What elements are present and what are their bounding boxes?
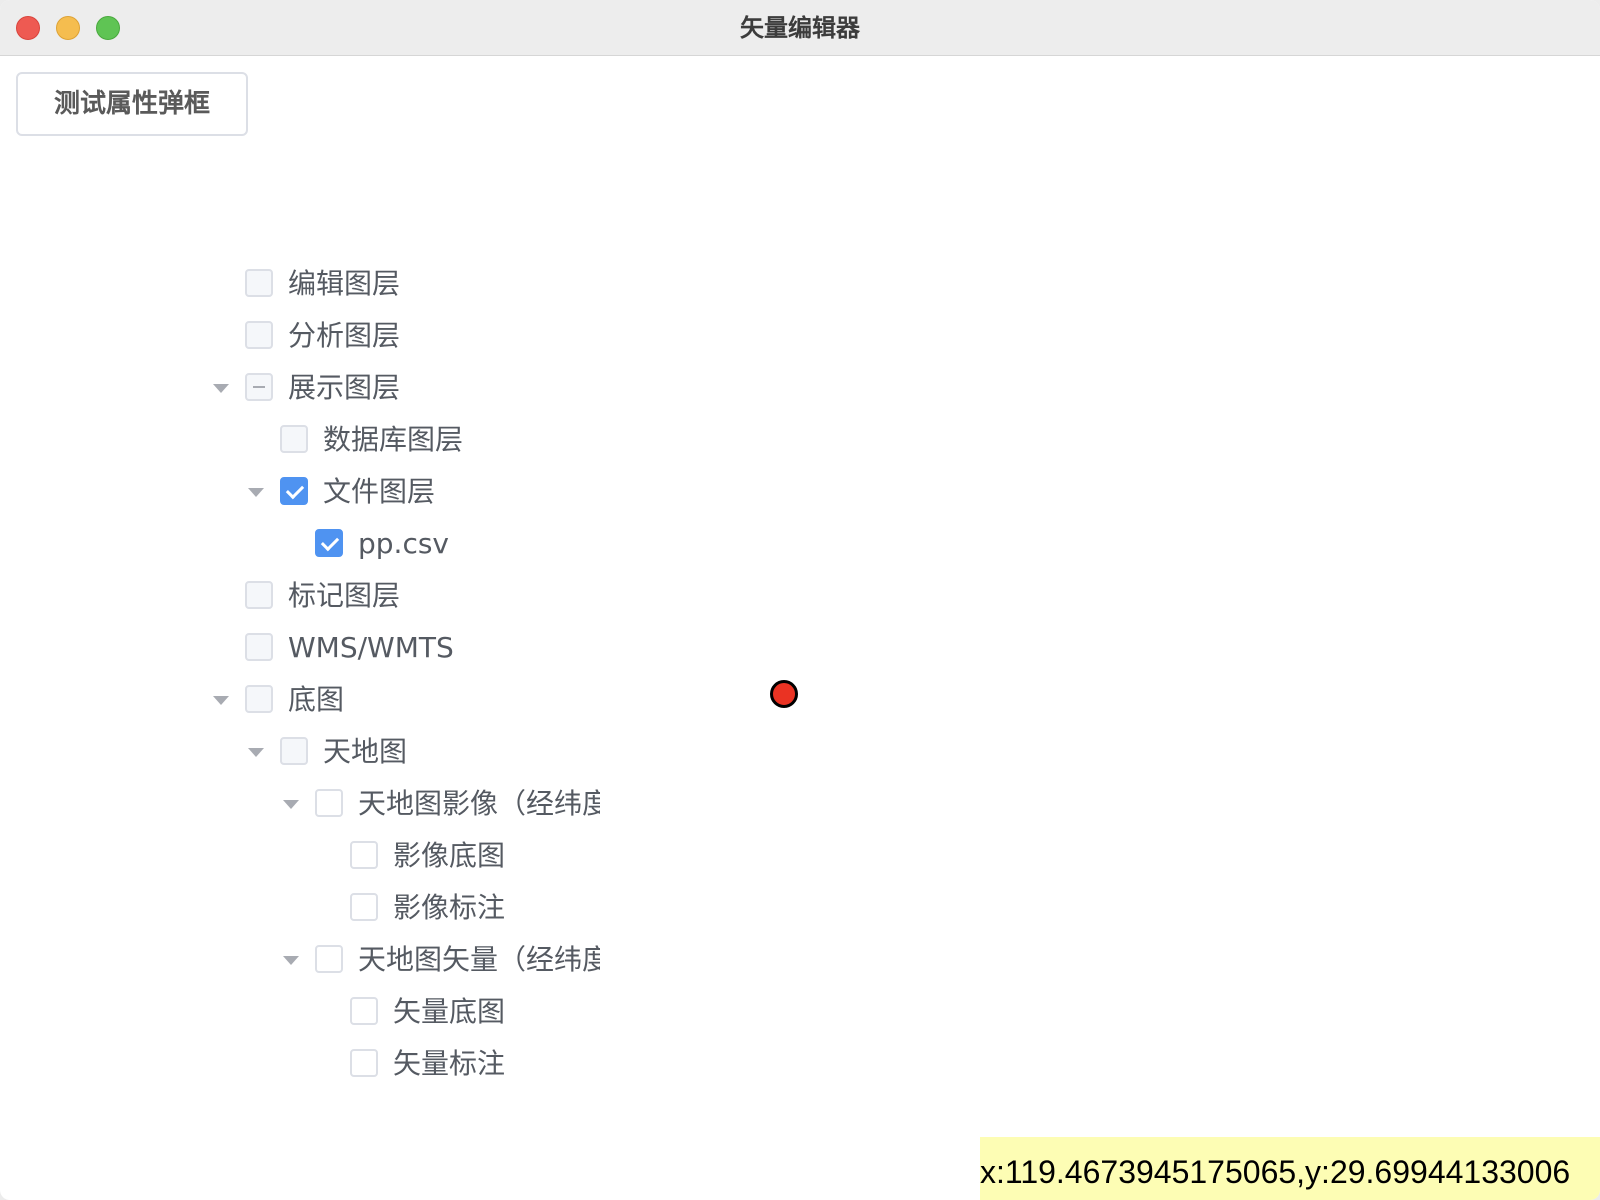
tree-node[interactable]: 矢量底图 (210, 986, 600, 1038)
tree-node-label: 影像底图 (393, 839, 506, 872)
expand-arrow-icon[interactable] (283, 800, 299, 809)
tree-node-label: 分析图层 (288, 319, 401, 352)
tree-node-label: 展示图层 (288, 371, 401, 404)
tree-node-label: pp.csv (358, 527, 449, 560)
tree-node[interactable]: pp.csv (210, 518, 600, 570)
tree-node[interactable]: WMS/WMTS (210, 622, 600, 674)
tree-node-label: 底图 (288, 683, 345, 716)
layer-checkbox[interactable] (245, 581, 273, 609)
layer-checkbox[interactable] (350, 997, 378, 1025)
layer-checkbox[interactable] (245, 685, 273, 713)
layer-checkbox[interactable] (280, 425, 308, 453)
layer-checkbox[interactable] (280, 737, 308, 765)
layer-checkbox[interactable] (350, 1049, 378, 1077)
tree-node[interactable]: 天地图矢量（经纬度） (210, 934, 600, 986)
expand-arrow-icon[interactable] (248, 488, 264, 497)
layer-tree: 编辑图层分析图层展示图层数据库图层文件图层 pp.csv 标记图层 WMS/WMTS 底… (210, 258, 600, 1090)
tree-node-label: 编辑图层 (288, 267, 401, 300)
tree-node[interactable]: 影像底图 (210, 830, 600, 882)
tree-node[interactable]: 标记图层 (210, 570, 600, 622)
layer-checkbox[interactable] (315, 529, 343, 557)
tree-node[interactable]: 天地图影像（经纬度） (210, 778, 600, 830)
tree-node-label: 文件图层 (323, 475, 436, 508)
expand-arrow-icon[interactable] (248, 748, 264, 757)
layer-checkbox[interactable] (315, 945, 343, 973)
layer-checkbox[interactable] (245, 321, 273, 349)
layer-checkbox[interactable] (350, 841, 378, 869)
layer-checkbox[interactable] (350, 893, 378, 921)
tree-node-label: 矢量标注 (393, 1047, 506, 1080)
layer-checkbox[interactable] (245, 633, 273, 661)
tree-node-label: 影像标注 (393, 891, 506, 924)
test-attribute-dialog-button[interactable]: 测试属性弹框 (16, 72, 248, 136)
tree-node-label: 天地图影像（经纬度） (358, 787, 600, 820)
tree-node[interactable]: 文件图层 (210, 466, 600, 518)
expand-arrow-icon[interactable] (213, 696, 229, 705)
layer-checkbox[interactable] (315, 789, 343, 817)
tree-node-label: 标记图层 (288, 579, 401, 612)
expand-arrow-icon[interactable] (283, 956, 299, 965)
tree-node[interactable]: 底图 (210, 674, 600, 726)
layer-checkbox[interactable] (280, 477, 308, 505)
tree-node[interactable]: 矢量标注 (210, 1038, 600, 1090)
tree-node[interactable]: 数据库图层 (210, 414, 600, 466)
tree-node-label: 天地图矢量（经纬度） (358, 943, 600, 976)
tree-node[interactable]: 天地图 (210, 726, 600, 778)
coordinate-readout: x:119.4673945175065,y:29.69944133006 (980, 1137, 1600, 1200)
tree-node[interactable]: 展示图层 (210, 362, 600, 414)
map-point-marker[interactable] (770, 680, 798, 708)
app-window: 矢量编辑器 测试属性弹框 编辑图层分析图层展示图层数据库图层文件图层 pp.csv… (0, 0, 1600, 1200)
tree-node-label: 矢量底图 (393, 995, 506, 1028)
tree-node-label: WMS/WMTS (288, 631, 454, 664)
expand-arrow-icon[interactable] (213, 384, 229, 393)
tree-node[interactable]: 影像标注 (210, 882, 600, 934)
tree-node[interactable]: 分析图层 (210, 310, 600, 362)
layer-checkbox[interactable] (245, 373, 273, 401)
window-title: 矢量编辑器 (740, 14, 860, 42)
title-bar: 矢量编辑器 (0, 0, 1600, 56)
tree-node-label: 天地图 (323, 735, 408, 768)
tree-node-label: 数据库图层 (323, 423, 464, 456)
layer-checkbox[interactable] (245, 269, 273, 297)
tree-node[interactable]: 编辑图层 (210, 258, 600, 310)
